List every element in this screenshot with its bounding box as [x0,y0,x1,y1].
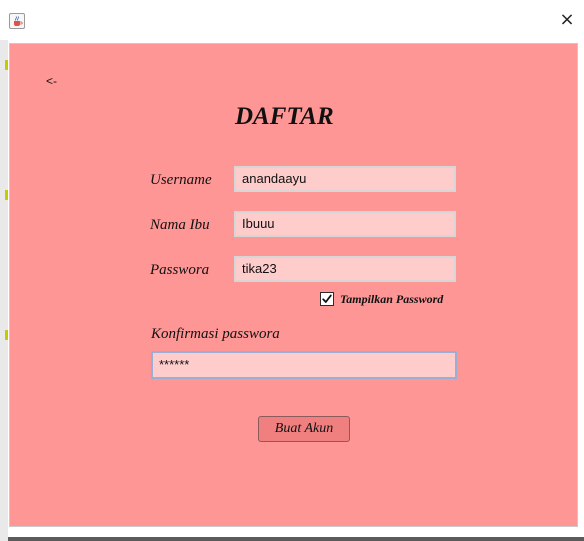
window-left-edge [0,40,8,541]
edge-marker [5,60,8,70]
edge-marker [5,190,8,200]
password-label: Passwora [150,262,210,278]
title-bar: × [0,0,584,40]
page-title: DAFTAR [235,103,334,130]
app-window: × <- DAFTAR Username anandaayu Nama Ibu … [0,0,584,541]
java-cup-icon [9,13,25,29]
confirm-password-label: Konfirmasi passwora [151,326,280,342]
close-button[interactable]: × [550,8,584,32]
username-label: Username [150,172,212,188]
back-button[interactable]: <- [46,74,57,88]
mother-name-label: Nama Ibu [150,217,210,233]
create-account-button[interactable]: Buat Akun [258,416,350,442]
show-password-label: Tampilkan Password [340,291,444,306]
mother-name-input[interactable]: Ibuuu [234,211,456,237]
checkmark-icon [322,294,332,303]
show-password-checkbox[interactable] [320,292,334,306]
confirm-password-input[interactable]: ****** [151,351,457,379]
username-input[interactable]: anandaayu [234,166,456,192]
edge-marker [5,330,8,340]
close-icon: × [559,9,575,30]
show-password-toggle[interactable]: Tampilkan Password [320,290,443,308]
password-input[interactable]: tika23 [234,256,456,282]
